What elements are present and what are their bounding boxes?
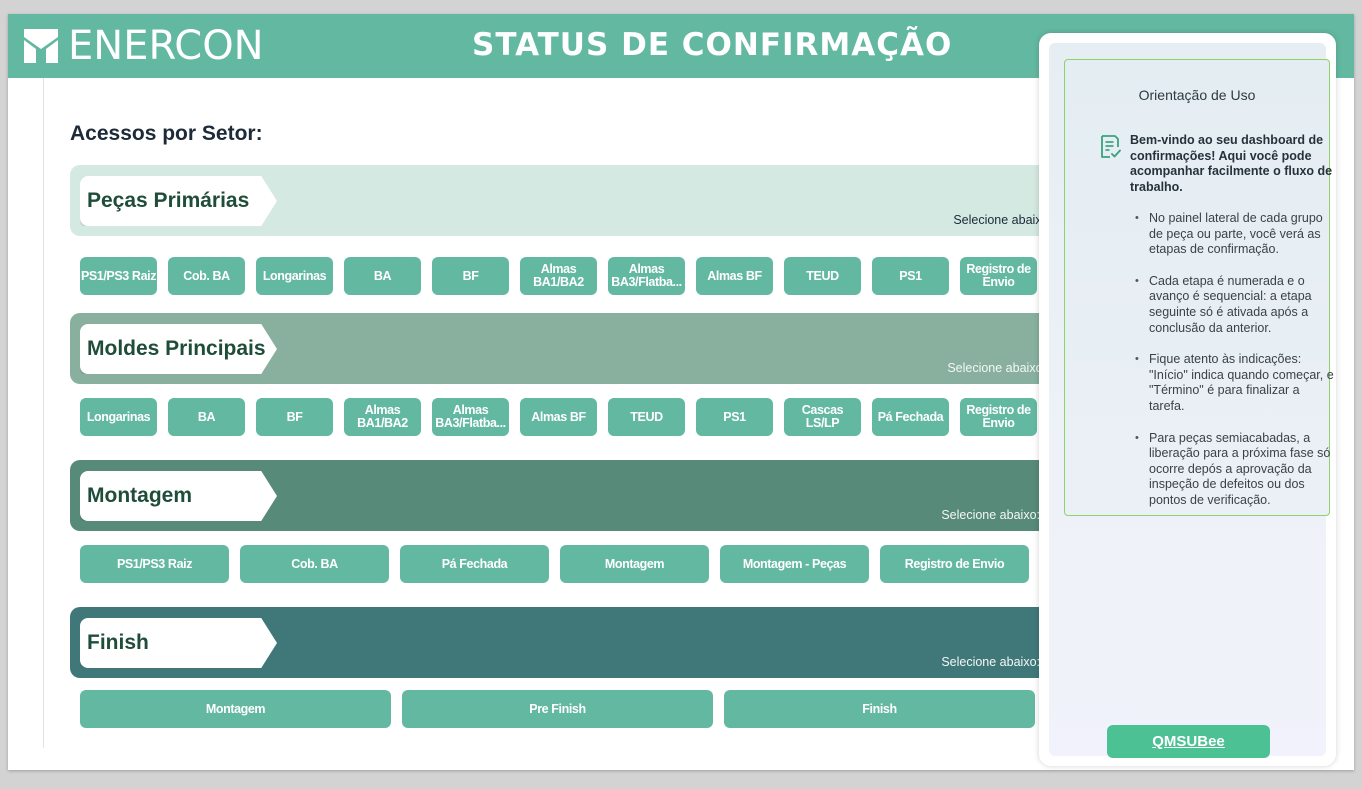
sector-buttons-pecas-primarias: PS1/PS3 Raiz Cob. BA Longarinas BA BF Al… — [80, 257, 1037, 295]
sector-button[interactable]: PS1 — [696, 398, 773, 436]
sector-title: Montagem — [80, 471, 277, 521]
sector-button[interactable]: Almas BA3/Flatba... — [608, 257, 685, 295]
select-hint: Selecione abaixo: — [953, 213, 1052, 227]
sector-button[interactable]: Registro de Envio — [960, 398, 1037, 436]
sector-button[interactable]: Registro de Envio — [880, 545, 1029, 583]
sector-button[interactable]: Longarinas — [80, 398, 157, 436]
sector-button[interactable]: TEUD — [784, 257, 861, 295]
guide-bullet: Cada etapa é numerada e o avanço é seque… — [1135, 274, 1337, 336]
sector-title: Finish — [80, 618, 277, 668]
sector-button[interactable]: Cob. BA — [240, 545, 389, 583]
guide-bullet: Fique atento às indicações: "Início" ind… — [1135, 352, 1337, 414]
sector-button[interactable]: Finish — [724, 690, 1035, 728]
guide-welcome-text: Bem-vindo ao seu dashboard de confirmaçõ… — [1130, 133, 1333, 194]
sector-button[interactable]: Cascas LS/LP — [784, 398, 861, 436]
sector-button[interactable]: Cob. BA — [168, 257, 245, 295]
sector-button[interactable]: BA — [344, 257, 421, 295]
qmsubee-link-button[interactable]: QMSUBee — [1107, 725, 1270, 758]
document-check-icon — [1101, 135, 1121, 158]
sector-button[interactable]: Almas BF — [520, 398, 597, 436]
sector-button[interactable]: Almas BF — [696, 257, 773, 295]
guide-box: Orientação de Uso Bem-vindo ao seu dashb… — [1064, 59, 1334, 516]
sector-button[interactable]: Montagem - Peças — [720, 545, 869, 583]
sector-banner-finish: Finish Selecione abaixo: — [70, 607, 1070, 678]
sector-button[interactable]: Pá Fechada — [400, 545, 549, 583]
sector-banner-pecas-primarias: Peças Primárias Selecione abaixo: — [70, 165, 1070, 236]
sector-buttons-moldes-principais: Longarinas BA BF Almas BA1/BA2 Almas BA3… — [80, 398, 1037, 436]
sector-button[interactable]: Longarinas — [256, 257, 333, 295]
sector-button[interactable]: TEUD — [608, 398, 685, 436]
sector-buttons-finish: Montagem Pre Finish Finish — [80, 690, 1035, 728]
sector-banner-montagem: Montagem Selecione abaixo: — [70, 460, 1070, 531]
sector-button[interactable]: PS1/PS3 Raiz — [80, 257, 157, 295]
select-hint: Selecione abaixo: — [941, 508, 1040, 522]
guide-panel-inner: Orientação de Uso Bem-vindo ao seu dashb… — [1049, 43, 1334, 758]
sector-buttons-montagem: PS1/PS3 Raiz Cob. BA Pá Fechada Montagem… — [80, 545, 1029, 583]
enercon-logo-icon — [24, 29, 58, 63]
sector-button[interactable]: Almas BA1/BA2 — [344, 398, 421, 436]
sector-button[interactable]: Almas BA1/BA2 — [520, 257, 597, 295]
brand-name: ENERCON — [68, 23, 264, 69]
brand-logo: ENERCON — [24, 24, 264, 68]
select-hint: Selecione abaixo: — [947, 361, 1046, 375]
sector-button[interactable]: Montagem — [560, 545, 709, 583]
sector-button[interactable]: BF — [256, 398, 333, 436]
sector-button[interactable]: PS1 — [872, 257, 949, 295]
sector-banner-moldes-principais: Moldes Principais Selecione abaixo: — [70, 313, 1070, 384]
guide-bullet: Para peças semiacabadas, a liberação par… — [1135, 431, 1337, 509]
page-title: STATUS DE CONFIRMAÇÃO — [472, 27, 953, 63]
guide-panel: Orientação de Uso Bem-vindo ao seu dashb… — [1039, 33, 1336, 766]
sector-button[interactable]: Registro de Envio — [960, 257, 1037, 295]
guide-title: Orientação de Uso — [1138, 87, 1256, 103]
sector-button[interactable]: Pá Fechada — [872, 398, 949, 436]
sector-title: Peças Primárias — [80, 176, 277, 226]
sector-button[interactable]: Pre Finish — [402, 690, 713, 728]
sector-button[interactable]: Montagem — [80, 690, 391, 728]
sector-button[interactable]: BA — [168, 398, 245, 436]
select-hint: Selecione abaixo: — [941, 655, 1040, 669]
sector-button[interactable]: PS1/PS3 Raiz — [80, 545, 229, 583]
sector-button[interactable]: Almas BA3/Flatba... — [432, 398, 509, 436]
content-divider — [43, 78, 44, 748]
guide-bullet: No painel lateral de cada grupo de peça … — [1135, 211, 1337, 258]
section-heading: Acessos por Setor: — [70, 122, 263, 145]
sector-title: Moldes Principais — [80, 324, 277, 374]
guide-bullet-list: No painel lateral de cada grupo de peça … — [1135, 211, 1337, 525]
sector-button[interactable]: BF — [432, 257, 509, 295]
